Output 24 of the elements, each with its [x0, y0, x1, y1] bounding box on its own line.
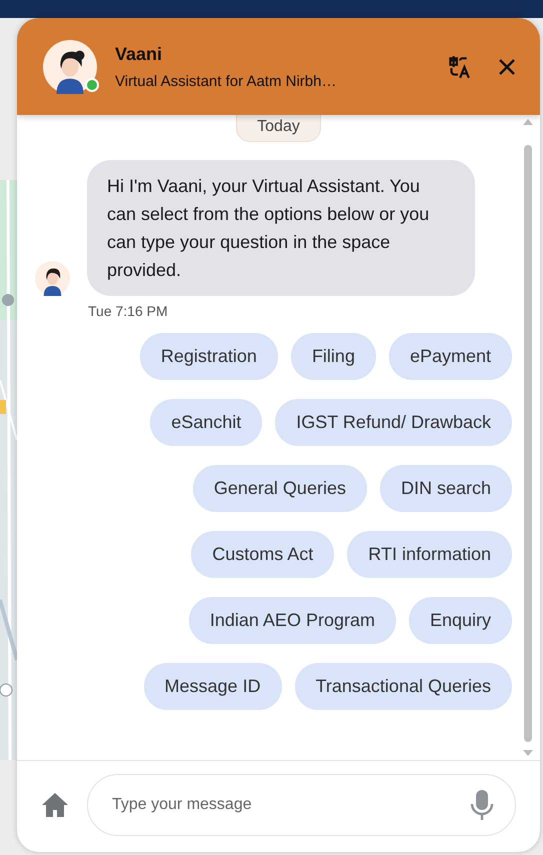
- option-chip[interactable]: DIN search: [380, 465, 512, 512]
- avatar-icon: [43, 40, 97, 94]
- assistant-name: Vaani: [115, 44, 164, 64]
- option-chip[interactable]: Message ID: [144, 663, 282, 710]
- message-time: Tue 7:16 PM: [88, 303, 169, 319]
- option-chip[interactable]: Customs Act: [191, 531, 334, 578]
- home-button[interactable]: [41, 792, 69, 818]
- option-chip[interactable]: Indian AEO Program: [188, 597, 396, 644]
- option-chip[interactable]: ePayment: [388, 333, 512, 380]
- option-chip[interactable]: RTI information: [347, 531, 512, 578]
- option-chip[interactable]: Transactional Queries: [294, 663, 512, 710]
- option-chip[interactable]: Registration: [140, 333, 278, 380]
- message-input[interactable]: Type your message: [87, 774, 516, 836]
- home-icon: [41, 792, 69, 818]
- message-bubble: Hi I'm Vaani, your Virtual Assistant. You can select from the options below or you can type your question in the space provided.: [87, 160, 475, 296]
- microphone-icon[interactable]: [470, 788, 494, 820]
- option-chip[interactable]: eSanchit: [150, 399, 262, 446]
- option-chip[interactable]: Filing: [290, 333, 376, 380]
- close-icon: [498, 58, 516, 76]
- assistant-subtitle: Virtual Assistant for Aatm Nirbh…: [115, 72, 338, 90]
- avatar-icon: [35, 261, 70, 296]
- option-chip[interactable]: Enquiry: [408, 597, 512, 644]
- option-chip[interactable]: IGST Refund/ Drawback: [275, 399, 512, 446]
- option-chip[interactable]: General Queries: [192, 465, 367, 512]
